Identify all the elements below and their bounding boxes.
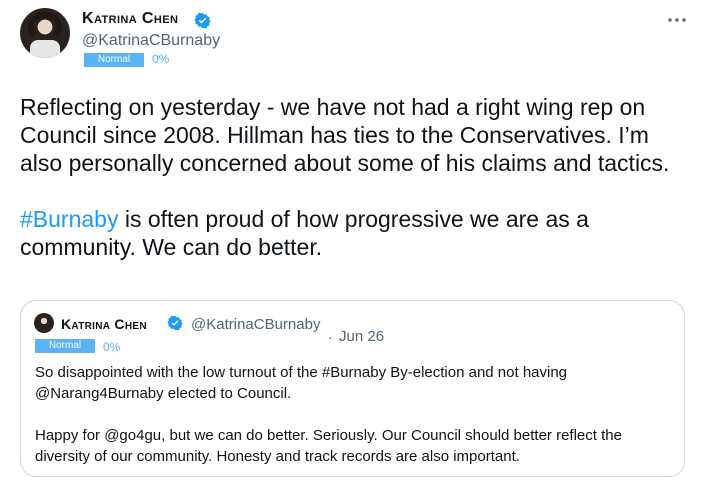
verified-badge-icon	[167, 315, 183, 331]
quoted-author-name: Katrina Chen	[61, 316, 147, 332]
avatar[interactable]	[20, 8, 70, 58]
tweet-text: Reflecting on yesterday - we have not ha…	[20, 93, 690, 261]
hashtag-link[interactable]: #Burnaby	[20, 206, 118, 232]
quoted-paragraph: So disappointed with the low turnout of …	[35, 364, 568, 402]
quoted-handle: @KatrinaCBurnaby	[191, 316, 321, 333]
percent-value: 0%	[152, 52, 170, 66]
verified-badge-icon	[194, 12, 211, 29]
percent-value: 0%	[103, 340, 121, 354]
tweet-paragraph: Reflecting on yesterday - we have not ha…	[20, 94, 670, 176]
avatar-hair	[28, 12, 62, 42]
author-handle[interactable]: @KatrinaCBurnaby	[82, 32, 220, 50]
quoted-avatar	[34, 313, 54, 333]
separator-dot: ·	[328, 329, 333, 345]
author-name[interactable]: Katrina Chen	[82, 10, 178, 28]
quoted-paragraph: Happy for @go4gu, but we can do better. …	[35, 427, 622, 465]
status-badge: Normal	[35, 339, 95, 353]
tweet-paragraph: #Burnaby is often proud of how progressi…	[20, 205, 690, 261]
quoted-date[interactable]: Jun 26	[339, 328, 384, 345]
tweet: Katrina Chen @KatrinaCBurnaby Normal 0% …	[0, 0, 703, 490]
quoted-text: So disappointed with the low turnout of …	[35, 362, 675, 467]
status-badge: Normal	[84, 53, 144, 67]
avatar-shirt	[30, 40, 60, 58]
more-options-icon[interactable]	[666, 12, 688, 28]
quoted-tweet[interactable]: Katrina Chen @KatrinaCBurnaby · Jun 26 N…	[20, 300, 685, 477]
